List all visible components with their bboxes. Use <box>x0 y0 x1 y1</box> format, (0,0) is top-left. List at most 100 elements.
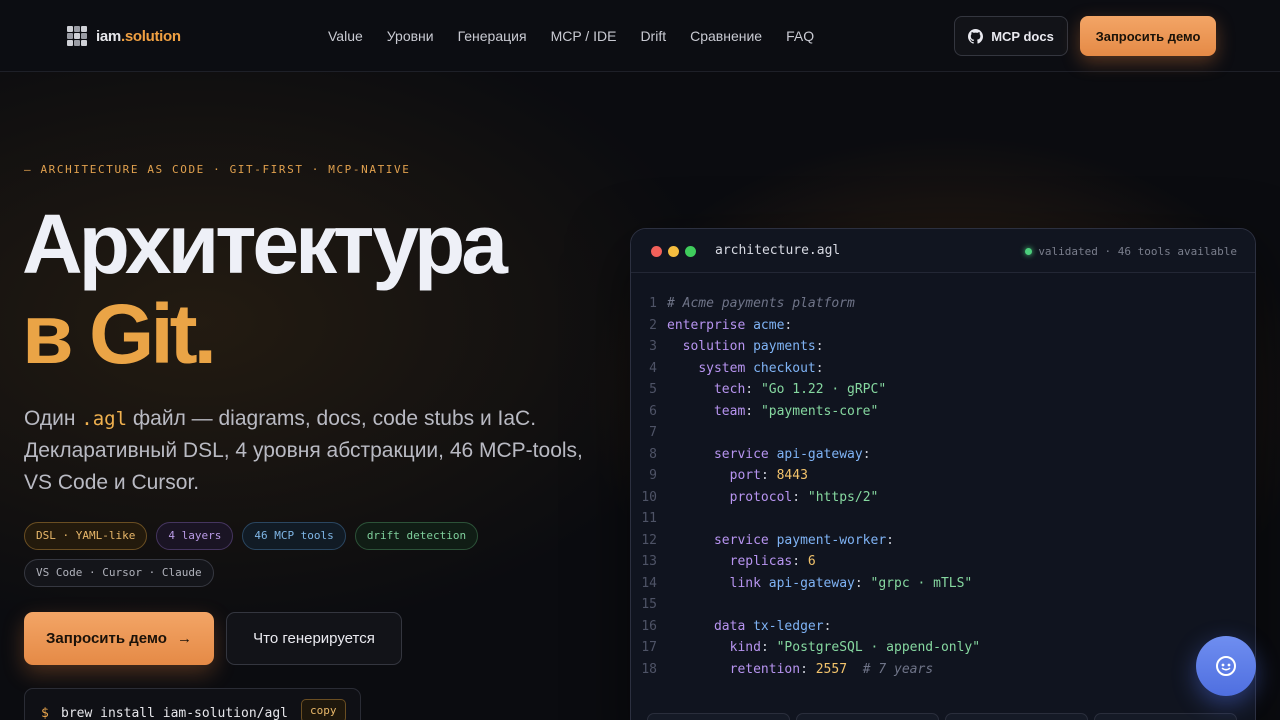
chat-widget-button[interactable] <box>1196 636 1256 696</box>
code-text: enterprise acme: <box>667 317 793 333</box>
line-number: 11 <box>641 511 657 526</box>
line-number: 4 <box>649 360 657 376</box>
main-menu: Value Уровни Генерация MCP / IDE Drift С… <box>328 26 814 46</box>
code-line: 1 # Acme payments platform <box>631 293 1255 315</box>
request-demo-button-top[interactable]: Запросить демо <box>1080 16 1216 56</box>
hero-eyebrow: — ARCHITECTURE AS CODE · GIT-FIRST · MCP… <box>24 163 411 176</box>
tag-ide: VS Code · Cursor · Claude <box>24 559 214 587</box>
code-text: service api-gateway: <box>713 446 871 462</box>
code-line: 7 <box>631 422 1255 444</box>
hero-subtitle: Один .agl файл — diagrams, docs, code st… <box>24 407 583 494</box>
nav-link-mcp-ide[interactable]: MCP / IDE <box>551 26 617 46</box>
footer-tab[interactable] <box>647 713 790 720</box>
code-text: solution payments: <box>682 339 824 354</box>
code-text: service payment-worker: <box>713 532 894 548</box>
code-line: 15 <box>631 594 1255 616</box>
code-line: 12 service payment-worker: <box>631 530 1255 552</box>
code-text: # Acme payments platform <box>667 296 855 311</box>
request-demo-button[interactable]: Запросить демо → <box>24 612 214 665</box>
install-command: brew install iam-solution/agl <box>61 706 288 720</box>
hero-title-line1: Архитектура <box>22 197 508 291</box>
code-line: 6 team: "payments-core" <box>631 401 1255 423</box>
code-line: 2 enterprise acme: <box>631 315 1255 337</box>
window-close-dot <box>651 246 662 257</box>
line-number: 12 <box>641 532 657 548</box>
code-line: 9 port: 8443 <box>631 465 1255 487</box>
footer-tab[interactable] <box>1094 713 1237 720</box>
line-number: 7 <box>649 425 657 440</box>
line-number: 6 <box>649 403 657 419</box>
footer-tab[interactable] <box>796 713 939 720</box>
window-maximize-dot <box>685 246 696 257</box>
nav-link-value[interactable]: Value <box>328 26 363 46</box>
line-number: 5 <box>649 382 657 397</box>
editor-filename: architecture.agl <box>715 243 841 258</box>
nav-link-levels[interactable]: Уровни <box>387 26 434 46</box>
line-number: 1 <box>649 296 657 311</box>
code-line: 11 <box>631 508 1255 530</box>
code-line: 10 protocol: "https/2" <box>631 487 1255 509</box>
code-text: system checkout: <box>698 360 824 376</box>
editor-status: validated · 46 tools available <box>1025 245 1237 258</box>
status-dot-icon <box>1025 248 1033 255</box>
line-number: 15 <box>641 597 657 612</box>
chat-bot-icon <box>1216 656 1236 676</box>
logo[interactable]: iam.solution <box>64 22 181 50</box>
tag-dsl: DSL · YAML-like <box>24 522 148 550</box>
hero-title-line2: в Git. <box>22 287 217 381</box>
top-navbar: iam.solution Value Уровни Генерация MCP … <box>0 0 1280 72</box>
code-text: team: "payments-core" <box>713 403 879 419</box>
mcp-docs-button[interactable]: MCP docs <box>954 16 1068 56</box>
tag-drift: drift detection <box>354 522 479 550</box>
request-demo-label: Запросить демо <box>46 630 167 647</box>
code-line: 13 replicas: 6 <box>631 551 1255 573</box>
install-command-box: $ brew install iam-solution/agl copy <box>24 688 361 720</box>
logo-text: iam.solution <box>96 27 181 45</box>
shell-prompt: $ <box>41 706 49 720</box>
mcp-docs-label: MCP docs <box>991 28 1054 44</box>
feature-tags: DSL · YAML-like 4 layers 46 MCP tools dr… <box>24 522 504 587</box>
what-generated-button[interactable]: Что генерируется <box>226 612 402 665</box>
nav-link-drift[interactable]: Drift <box>640 26 666 46</box>
code-text: tech: "Go 1.22 · gRPC" <box>713 382 887 397</box>
cube-logo-icon <box>67 26 87 46</box>
code-text: link api-gateway: "grpc · mTLS" <box>729 575 973 591</box>
line-number: 8 <box>649 446 657 462</box>
code-line: 14 link api-gateway: "grpc · mTLS" <box>631 573 1255 595</box>
line-number: 13 <box>641 554 657 569</box>
editor-titlebar: architecture.agl validated · 46 tools av… <box>631 229 1255 273</box>
footer-tab[interactable] <box>945 713 1088 720</box>
github-icon <box>968 28 984 44</box>
line-number: 16 <box>641 618 657 634</box>
code-line: 17 kind: "PostgreSQL · append-only" <box>631 637 1255 659</box>
line-number: 14 <box>641 575 657 591</box>
code-text: data tx-ledger: <box>713 618 832 634</box>
copy-button[interactable]: copy <box>301 699 346 720</box>
code-line: 4 system checkout: <box>631 358 1255 380</box>
code-text: replicas: 6 <box>729 554 816 569</box>
line-number: 3 <box>649 339 657 354</box>
tag-mcp-tools: 46 MCP tools <box>242 522 346 550</box>
line-number: 9 <box>649 468 657 483</box>
code-text: protocol: "https/2" <box>729 489 879 505</box>
tag-layers: 4 layers <box>156 522 234 550</box>
arrow-right-icon: → <box>176 630 192 647</box>
line-number: 18 <box>641 661 657 677</box>
code-text: kind: "PostgreSQL · append-only" <box>729 640 981 655</box>
editor-footer-tabs <box>647 713 1237 720</box>
code-line: 5 tech: "Go 1.22 · gRPC" <box>631 379 1255 401</box>
nav-link-generation[interactable]: Генерация <box>458 26 527 46</box>
code-line: 8 service api-gateway: <box>631 444 1255 466</box>
code-line: 18 retention: 2557 # 7 years <box>631 659 1255 681</box>
nav-link-faq[interactable]: FAQ <box>786 26 814 46</box>
code-text: retention: 2557 # 7 years <box>729 661 934 677</box>
code-area[interactable]: 1 # Acme payments platform 2 enterprise acm… <box>631 293 1255 681</box>
code-line: 16 data tx-ledger: <box>631 616 1255 638</box>
code-text: port: 8443 <box>729 468 808 483</box>
line-number: 17 <box>641 640 657 655</box>
window-minimize-dot <box>668 246 679 257</box>
line-number: 2 <box>649 317 657 333</box>
agl-extension-code: .agl <box>81 408 128 430</box>
code-editor-window: architecture.agl validated · 46 tools av… <box>630 228 1256 720</box>
nav-link-comparison[interactable]: Сравнение <box>690 26 762 46</box>
